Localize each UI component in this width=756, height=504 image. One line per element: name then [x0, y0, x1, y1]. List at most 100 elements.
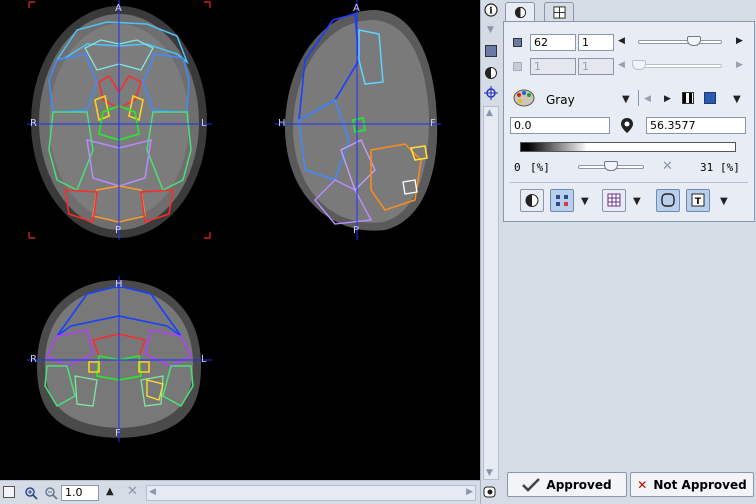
- percent-high-label: 31: [700, 161, 714, 174]
- frame-icon[interactable]: [485, 45, 497, 57]
- info-icon[interactable]: i: [484, 3, 498, 17]
- contrast-tab-body: 62 1 ◀ ▶ 1 1 ◀ ▶ Gray ▼ ◀ ▶ ▼ 0.0 56.357…: [503, 21, 755, 222]
- crosshair-icon[interactable]: [484, 86, 498, 100]
- gray-colorbar[interactable]: [520, 142, 736, 152]
- slice-icon: [513, 38, 522, 47]
- coronal-image: [27, 276, 212, 442]
- sagittal-right-label: F: [430, 118, 436, 129]
- viewer-bottom-bar: 1.0 ▲ ✕ ◀ ▶: [0, 480, 480, 504]
- divider: [510, 182, 748, 183]
- sagittal-bottom-label: P: [353, 225, 360, 236]
- zoom-out-icon[interactable]: [44, 486, 58, 500]
- horizontal-scrollbar[interactable]: ◀ ▶: [146, 485, 476, 501]
- colormap-dropdown-icon[interactable]: ▼: [622, 94, 630, 105]
- reset-icon[interactable]: ✕: [662, 159, 673, 174]
- percent-high-unit: [%]: [720, 161, 740, 174]
- axial-right-label: L: [201, 118, 207, 129]
- region-grid-icon: [556, 195, 568, 206]
- coronal-top-label: H: [115, 279, 123, 290]
- close-icon[interactable]: ✕: [127, 484, 138, 499]
- frame-icon: [513, 62, 522, 71]
- approved-button[interactable]: Approved: [507, 472, 627, 497]
- frame-input[interactable]: 1: [530, 58, 576, 75]
- separator: [638, 90, 639, 106]
- contrast-icon: [514, 6, 526, 19]
- axial-bottom-label: P: [115, 225, 122, 236]
- palette-icon[interactable]: [513, 89, 535, 107]
- slice-prev-icon[interactable]: ◀: [618, 36, 625, 46]
- vertical-tool-strip: i ▼ ▲ ▼: [480, 0, 502, 504]
- control-panel: 62 1 ◀ ▶ 1 1 ◀ ▶ Gray ▼ ◀ ▶ ▼ 0.0 56.357…: [502, 0, 756, 504]
- colormap-prev-icon[interactable]: ◀: [644, 94, 651, 104]
- percent-slider-thumb[interactable]: [604, 161, 618, 171]
- svg-text:i: i: [489, 7, 493, 17]
- zoom-input[interactable]: 1.0: [61, 485, 99, 501]
- axial-left-label: R: [30, 118, 37, 129]
- zoom-in-icon[interactable]: [24, 486, 38, 500]
- region-button[interactable]: [550, 189, 574, 212]
- coronal-bottom-label: F: [115, 428, 121, 439]
- frame-step-input[interactable]: 1: [578, 58, 614, 75]
- frame-prev-icon[interactable]: ◀: [618, 60, 625, 70]
- percent-low-unit: [%]: [530, 161, 550, 174]
- svg-text:T: T: [695, 197, 702, 207]
- approved-label: Approved: [546, 477, 612, 492]
- fit-window-icon[interactable]: [3, 486, 15, 498]
- scroll-up-icon[interactable]: ▲: [486, 108, 493, 118]
- colorbar-icon[interactable]: [704, 92, 716, 104]
- grid-icon: [607, 193, 621, 207]
- slice-slider-thumb[interactable]: [687, 36, 702, 46]
- layout-icon: [552, 5, 566, 19]
- frame-next-icon[interactable]: ▶: [736, 60, 743, 70]
- coronal-right-label: L: [201, 354, 207, 365]
- grid-button[interactable]: [602, 189, 626, 212]
- frame-slider-thumb[interactable]: [632, 60, 646, 70]
- grid-dropdown-icon[interactable]: ▼: [633, 196, 641, 207]
- vertical-scrollbar[interactable]: ▲ ▼: [483, 106, 499, 480]
- not-approved-button[interactable]: ✕ Not Approved: [630, 472, 754, 497]
- reject-icon: ✕: [637, 477, 648, 492]
- invert-button[interactable]: [520, 189, 544, 212]
- slice-input[interactable]: 62: [530, 34, 576, 51]
- checkmark-icon: [522, 477, 541, 492]
- scroll-down-icon[interactable]: ▼: [486, 468, 493, 478]
- range-lock-icon[interactable]: [619, 117, 635, 134]
- slice-step-input[interactable]: 1: [578, 34, 614, 51]
- outline-button[interactable]: [656, 189, 680, 212]
- invert-icon: [525, 194, 539, 207]
- image-viewer[interactable]: A P R L A P H F H F R L: [0, 0, 480, 480]
- colormap-label[interactable]: Gray: [546, 93, 575, 107]
- slice-slider[interactable]: [638, 40, 722, 44]
- tab-contrast[interactable]: [505, 2, 535, 22]
- capture-icon[interactable]: [483, 485, 497, 499]
- coronal-left-label: R: [30, 354, 37, 365]
- range-max-input[interactable]: 56.3577: [646, 117, 746, 134]
- frame-slider[interactable]: [638, 64, 722, 68]
- coronal-view[interactable]: H F R L: [27, 276, 212, 442]
- sagittal-view[interactable]: A P H F: [275, 0, 441, 240]
- axial-image: [27, 0, 212, 240]
- colormap-next-icon[interactable]: ▶: [664, 94, 671, 104]
- chevron-down-icon[interactable]: ▼: [487, 25, 494, 35]
- zoom-up-icon[interactable]: ▲: [106, 486, 114, 497]
- label-dropdown-icon[interactable]: ▼: [720, 196, 728, 207]
- label-button[interactable]: T: [686, 189, 710, 212]
- checker-icon[interactable]: [682, 92, 694, 104]
- label-icon: T: [691, 193, 705, 207]
- range-min-input[interactable]: 0.0: [510, 117, 610, 134]
- region-dropdown-icon[interactable]: ▼: [581, 196, 589, 207]
- sagittal-image: [275, 0, 441, 240]
- sagittal-left-label: H: [278, 118, 286, 129]
- tab-layout[interactable]: [544, 2, 574, 21]
- colorbar-dropdown-icon[interactable]: ▼: [733, 94, 741, 105]
- contrast-icon[interactable]: [484, 66, 498, 80]
- not-approved-label: Not Approved: [653, 477, 747, 492]
- scroll-left-icon[interactable]: ◀: [149, 487, 156, 497]
- scroll-right-icon[interactable]: ▶: [466, 487, 473, 497]
- axial-top-label: A: [115, 3, 122, 14]
- sagittal-top-label: A: [353, 3, 360, 14]
- axial-view[interactable]: A P R L: [27, 0, 212, 240]
- percent-low-label: 0: [514, 161, 521, 174]
- outline-icon: [661, 193, 675, 207]
- slice-next-icon[interactable]: ▶: [736, 36, 743, 46]
